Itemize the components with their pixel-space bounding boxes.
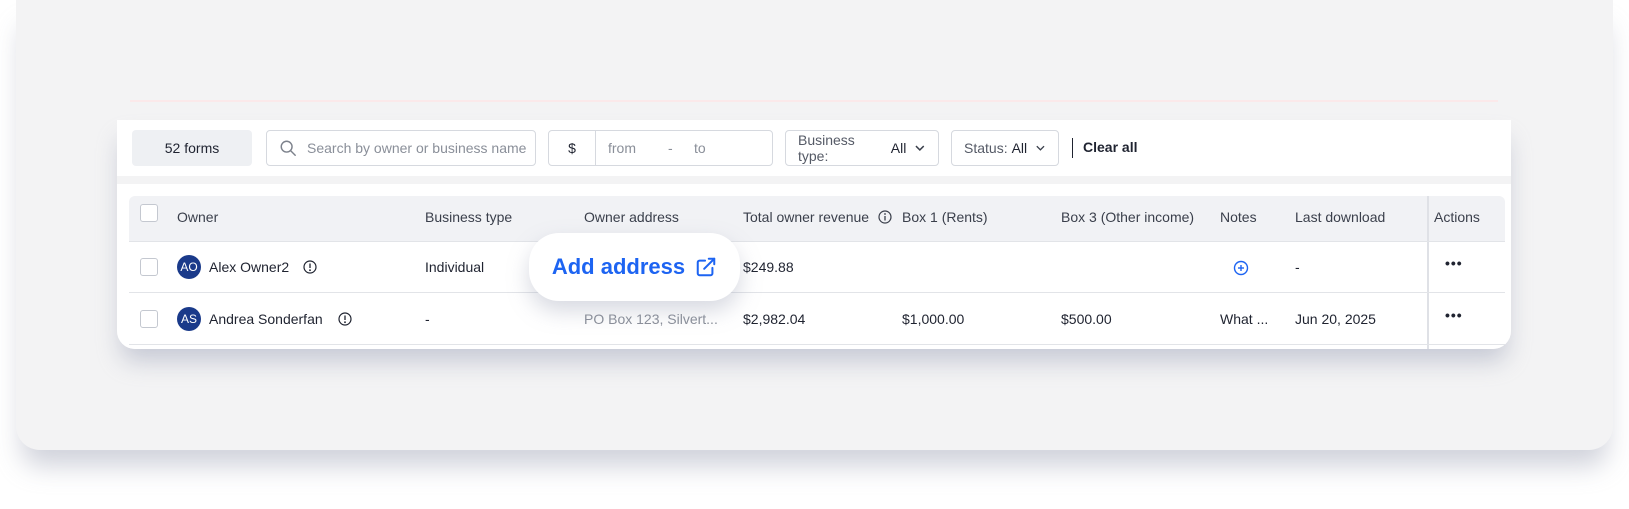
column-header-box3[interactable]: Box 3 (Other income) [1061,209,1194,225]
column-header-owner[interactable]: Owner [177,209,218,225]
column-header-actions: Actions [1434,209,1480,225]
column-header-box1[interactable]: Box 1 (Rents) [902,209,988,225]
business-type: - [425,311,430,327]
owner-address[interactable]: PO Box 123, Silvert... [584,311,718,327]
range-to-input[interactable]: to [694,140,706,156]
avatar: AS [177,307,201,331]
last-download: - [1295,259,1300,275]
more-horizontal-icon[interactable]: ••• [1445,307,1463,323]
accent-divider [130,100,1498,102]
search-icon [280,140,296,156]
business-type: Individual [425,259,485,275]
business-type-dropdown[interactable]: Business type: All [785,130,939,166]
search-input[interactable] [305,139,529,157]
business-type-label: Business type: [798,132,855,164]
plus-circle-icon[interactable] [1233,260,1249,276]
column-header-notes[interactable]: Notes [1220,209,1257,225]
search-field[interactable] [266,130,536,166]
box1-rents: $1,000.00 [902,311,965,327]
actions-column-divider [1427,196,1429,349]
row-checkbox[interactable] [140,310,158,328]
row-divider [129,344,1505,345]
row-divider [129,241,1505,242]
alert-info-icon[interactable] [338,312,352,326]
business-type-value: All [890,140,907,156]
filter-divider [1072,138,1073,158]
select-all-checkbox[interactable] [140,204,158,222]
status-dropdown[interactable]: Status: All [951,130,1059,166]
column-header-last-download[interactable]: Last download [1295,209,1385,225]
alert-info-icon[interactable] [303,260,317,274]
add-address-button[interactable]: Add address [529,233,740,301]
forms-count: 52 forms [164,140,220,156]
row-checkbox[interactable] [140,258,158,276]
box3-other-income: $500.00 [1061,311,1112,327]
external-link-icon [696,257,716,277]
add-address-label: Add address [551,254,686,279]
clear-all-button[interactable]: Clear all [1083,139,1137,155]
owner-name[interactable]: Alex Owner2 [209,259,289,275]
row-divider [129,292,1505,293]
revenue-range-filter: $ from - to [548,130,773,166]
notes[interactable]: What ... [1220,311,1268,327]
status-label: Status: [964,140,1008,156]
more-horizontal-icon[interactable]: ••• [1445,255,1463,271]
last-download: Jun 20, 2025 [1295,311,1376,327]
currency-symbol: $ [549,131,596,165]
column-header-business-type[interactable]: Business type [425,209,512,225]
total-revenue: $2,982.04 [743,311,806,327]
column-header-total-owner-revenue[interactable]: Total owner revenue [743,209,869,225]
info-icon[interactable] [878,210,892,224]
avatar: AO [177,255,201,279]
range-from-input[interactable]: from [608,140,668,156]
column-header-owner-address[interactable]: Owner address [584,209,679,225]
total-revenue: $249.88 [743,259,794,275]
forms-count-pill: 52 forms [132,130,252,166]
range-separator: - [668,140,673,156]
status-value: All [1011,140,1028,156]
chevron-down-icon [1036,145,1045,151]
owner-name[interactable]: Andrea Sonderfan [209,311,323,327]
chevron-down-icon [915,145,925,151]
